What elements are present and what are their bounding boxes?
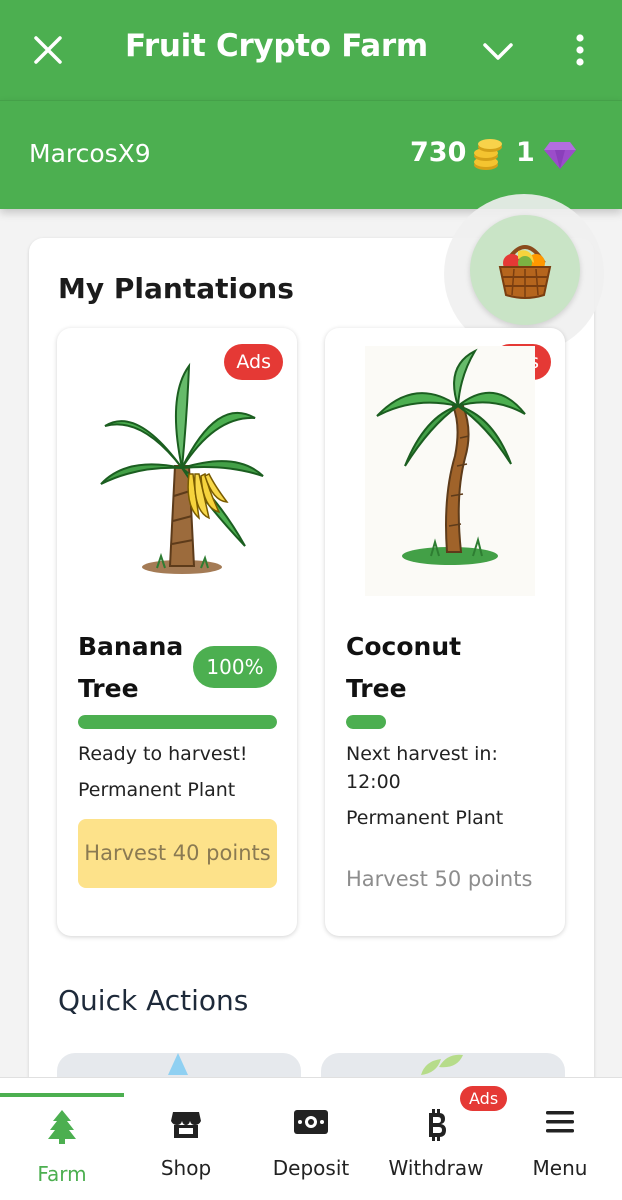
nav-label: Shop <box>160 1156 212 1180</box>
nav-menu[interactable]: Menu <box>498 1078 622 1200</box>
progress-percent-badge: 100% <box>193 646 277 688</box>
nav-label: Withdraw <box>388 1156 484 1180</box>
nav-deposit[interactable]: Deposit <box>248 1078 374 1200</box>
username: MarcosX9 <box>29 139 151 168</box>
close-icon[interactable] <box>30 28 66 72</box>
plant-type: Permanent Plant <box>346 807 504 829</box>
plant-name: Coconut Tree <box>346 632 462 703</box>
fruit-basket-icon <box>498 245 552 299</box>
harvest-button-disabled[interactable]: Harvest 50 points <box>346 867 532 891</box>
bitcoin-icon <box>429 1109 446 1141</box>
menu-icon <box>546 1111 574 1133</box>
bottom-navigation: Farm Shop Deposit Withdraw Ads Menu <box>0 1077 622 1200</box>
plant-card-coconut[interactable]: Ads CoconutTree Next harvest in: 12:00 P… <box>325 328 565 936</box>
nav-label: Menu <box>532 1156 588 1180</box>
fruit-basket-button[interactable] <box>470 215 580 325</box>
next-harvest-label: Next harvest in: <box>346 743 498 765</box>
section-title-quick-actions: Quick Actions <box>58 984 249 1017</box>
gem-balance: 1 <box>516 137 535 168</box>
banana-tree-image <box>100 362 264 574</box>
nav-label: Deposit <box>272 1156 350 1180</box>
store-icon <box>171 1112 201 1138</box>
next-harvest-time: 12:00 <box>346 771 401 793</box>
nav-label: Farm <box>37 1162 87 1186</box>
nav-farm[interactable]: Farm <box>0 1078 124 1200</box>
harvest-status: Ready to harvest! <box>78 743 248 765</box>
coin-balance: 730 <box>410 137 467 168</box>
gem-icon <box>544 142 576 169</box>
app-bar: Fruit Crypto Farm <box>0 0 622 100</box>
harvest-button[interactable]: Harvest 40 points <box>78 819 277 888</box>
plant-card-banana[interactable]: Ads Banana Tree 100% Ready to harvest! Pe… <box>57 328 297 936</box>
nav-shop[interactable]: Shop <box>124 1078 248 1200</box>
plant-name: Banana Tree <box>78 632 184 703</box>
app-title: Fruit Crypto Farm <box>125 28 428 64</box>
coins-icon <box>474 139 502 170</box>
progress-fill <box>78 715 277 729</box>
cash-icon <box>294 1110 328 1134</box>
coconut-tree-image <box>365 346 535 596</box>
tree-icon <box>48 1110 76 1144</box>
growth-progress-bar <box>78 715 277 729</box>
plant-type: Permanent Plant <box>78 779 236 801</box>
section-title-plantations: My Plantations <box>58 272 294 305</box>
chevron-down-icon[interactable] <box>480 34 516 70</box>
user-bar: MarcosX9 730 1 <box>0 100 622 209</box>
more-vert-icon[interactable] <box>564 30 596 70</box>
growth-progress-bar <box>346 715 545 729</box>
progress-fill <box>346 715 386 729</box>
